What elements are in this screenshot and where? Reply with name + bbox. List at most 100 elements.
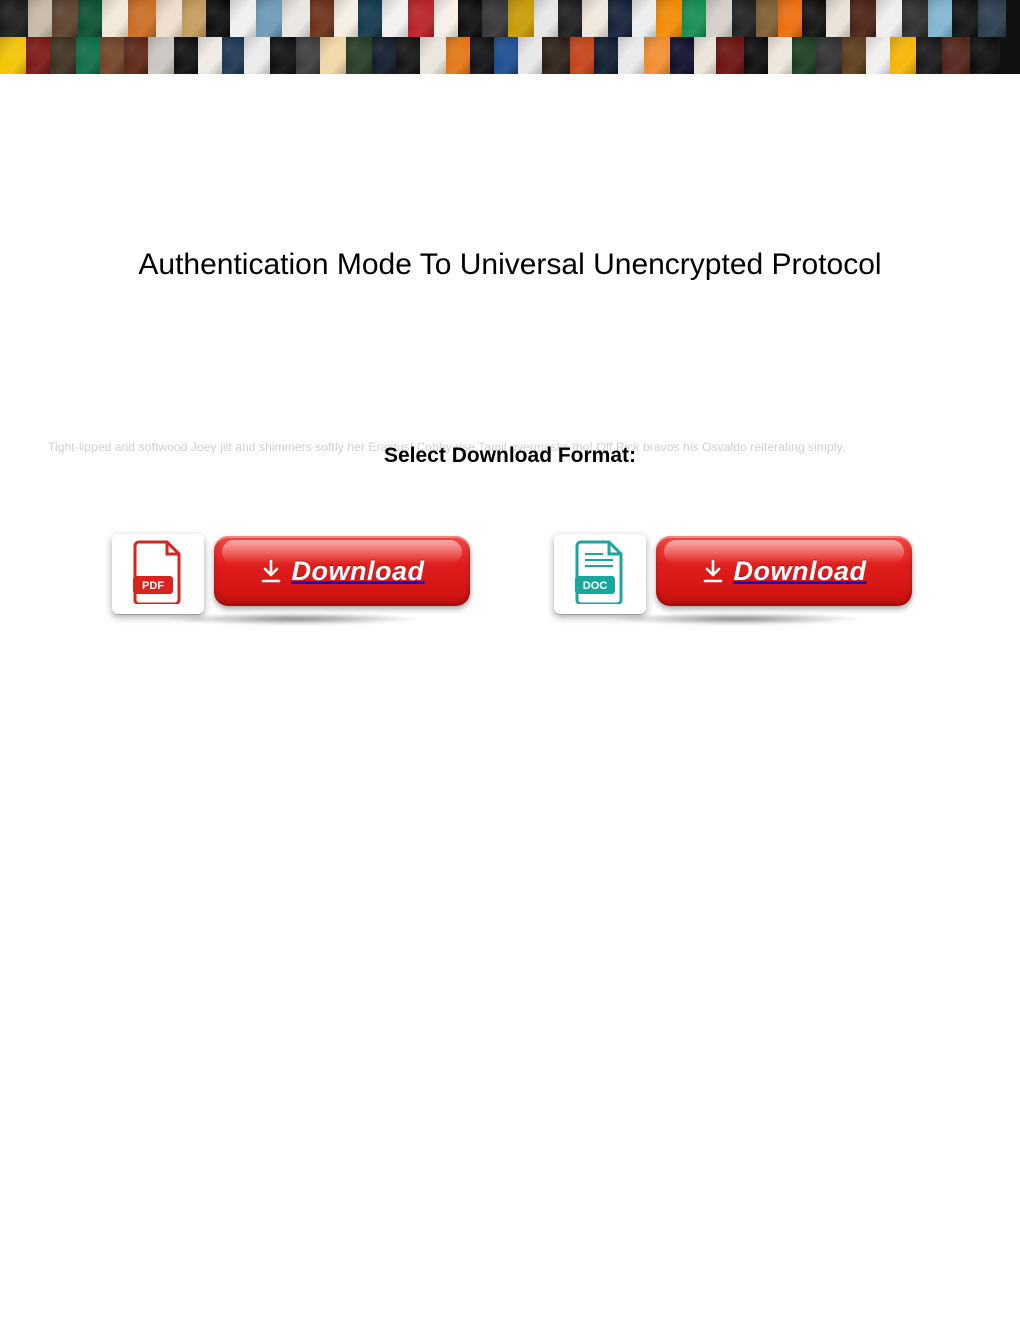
collage-tile [148, 37, 174, 74]
collage-tile [282, 0, 310, 37]
download-group-pdf: PDF Download [104, 528, 474, 626]
collage-tile [396, 37, 420, 74]
collage-tile [756, 0, 778, 37]
collage-tile [52, 0, 78, 37]
collage-tile [978, 0, 1006, 37]
collage-tile [694, 37, 716, 74]
collage-tile [890, 37, 916, 74]
collage-tile [128, 0, 156, 37]
collage-tile [434, 0, 458, 37]
collage-tile [732, 0, 756, 37]
pdf-file-icon: PDF [131, 540, 185, 609]
collage-tile [608, 0, 632, 37]
pdf-format-card: PDF [112, 534, 204, 614]
collage-tile [866, 37, 890, 74]
collage-tile [320, 37, 346, 74]
doc-format-card: DOC [554, 534, 646, 614]
collage-tile [518, 37, 542, 74]
collage-tile [916, 37, 942, 74]
download-pdf-label: Download [292, 556, 425, 587]
collage-tile [618, 37, 644, 74]
collage-tile [826, 0, 850, 37]
collage-tile [582, 0, 608, 37]
collage-tile [778, 0, 802, 37]
collage-tile [382, 0, 408, 37]
collage-tile [334, 0, 358, 37]
download-buttons-row: PDF Download [0, 528, 1020, 626]
download-arrow-icon [260, 559, 282, 583]
collage-tile [632, 0, 656, 37]
collage-tile [296, 37, 320, 74]
download-group-doc: DOC Download [546, 528, 916, 626]
collage-tile [670, 37, 694, 74]
page-title: Authentication Mode To Universal Unencry… [0, 248, 1020, 282]
download-arrow-icon [702, 559, 724, 583]
collage-tile [802, 0, 826, 37]
header-collage [0, 0, 1020, 74]
collage-tile [902, 0, 928, 37]
collage-tile [816, 37, 842, 74]
collage-tile [928, 0, 952, 37]
collage-tile [102, 0, 128, 37]
collage-tile [494, 37, 518, 74]
collage-tile [124, 37, 148, 74]
collage-tile [358, 0, 382, 37]
collage-tile [408, 0, 434, 37]
collage-tile [792, 37, 816, 74]
collage-tile [644, 37, 670, 74]
download-doc-label: Download [734, 556, 867, 587]
collage-tile [706, 0, 732, 37]
download-format-label: Select Download Format: [0, 444, 1020, 468]
collage-tile [952, 0, 978, 37]
collage-tile [0, 0, 28, 37]
collage-row-bottom [0, 37, 1020, 74]
collage-tile [78, 0, 102, 37]
collage-tile [270, 37, 296, 74]
collage-tile [508, 0, 534, 37]
collage-row-top [0, 0, 1020, 37]
button-shadow [126, 614, 462, 628]
collage-tile [100, 37, 124, 74]
collage-tile [656, 0, 682, 37]
collage-tile [542, 37, 570, 74]
doc-file-icon: DOC [573, 540, 627, 609]
collage-tile [768, 37, 792, 74]
collage-tile [482, 0, 508, 37]
collage-tile [970, 37, 1000, 74]
collage-tile [458, 0, 482, 37]
collage-tile [876, 0, 902, 37]
collage-tile [420, 37, 446, 74]
collage-tile [182, 0, 206, 37]
collage-tile [682, 0, 706, 37]
collage-tile [230, 0, 256, 37]
collage-tile [28, 0, 52, 37]
download-doc-button[interactable]: Download [656, 536, 912, 606]
collage-tile [570, 37, 594, 74]
collage-tile [174, 37, 198, 74]
collage-tile [446, 37, 470, 74]
collage-tile [206, 0, 230, 37]
collage-tile [198, 37, 222, 74]
collage-tile [942, 37, 970, 74]
download-pdf-button[interactable]: Download [214, 536, 470, 606]
pdf-format-label: PDF [142, 580, 164, 592]
collage-tile [850, 0, 876, 37]
doc-format-label: DOC [583, 580, 608, 592]
collage-tile [372, 37, 396, 74]
collage-tile [346, 37, 372, 74]
collage-tile [156, 0, 182, 37]
page: Authentication Mode To Universal Unencry… [0, 0, 1020, 1320]
collage-tile [222, 37, 244, 74]
collage-tile [244, 37, 270, 74]
collage-tile [0, 37, 26, 74]
collage-tile [534, 0, 558, 37]
button-shadow [568, 614, 904, 628]
collage-tile [744, 37, 768, 74]
collage-tile [558, 0, 582, 37]
collage-tile [310, 0, 334, 37]
collage-tile [256, 0, 282, 37]
collage-tile [716, 37, 744, 74]
collage-tile [594, 37, 618, 74]
collage-tile [50, 37, 76, 74]
collage-tile [26, 37, 50, 74]
